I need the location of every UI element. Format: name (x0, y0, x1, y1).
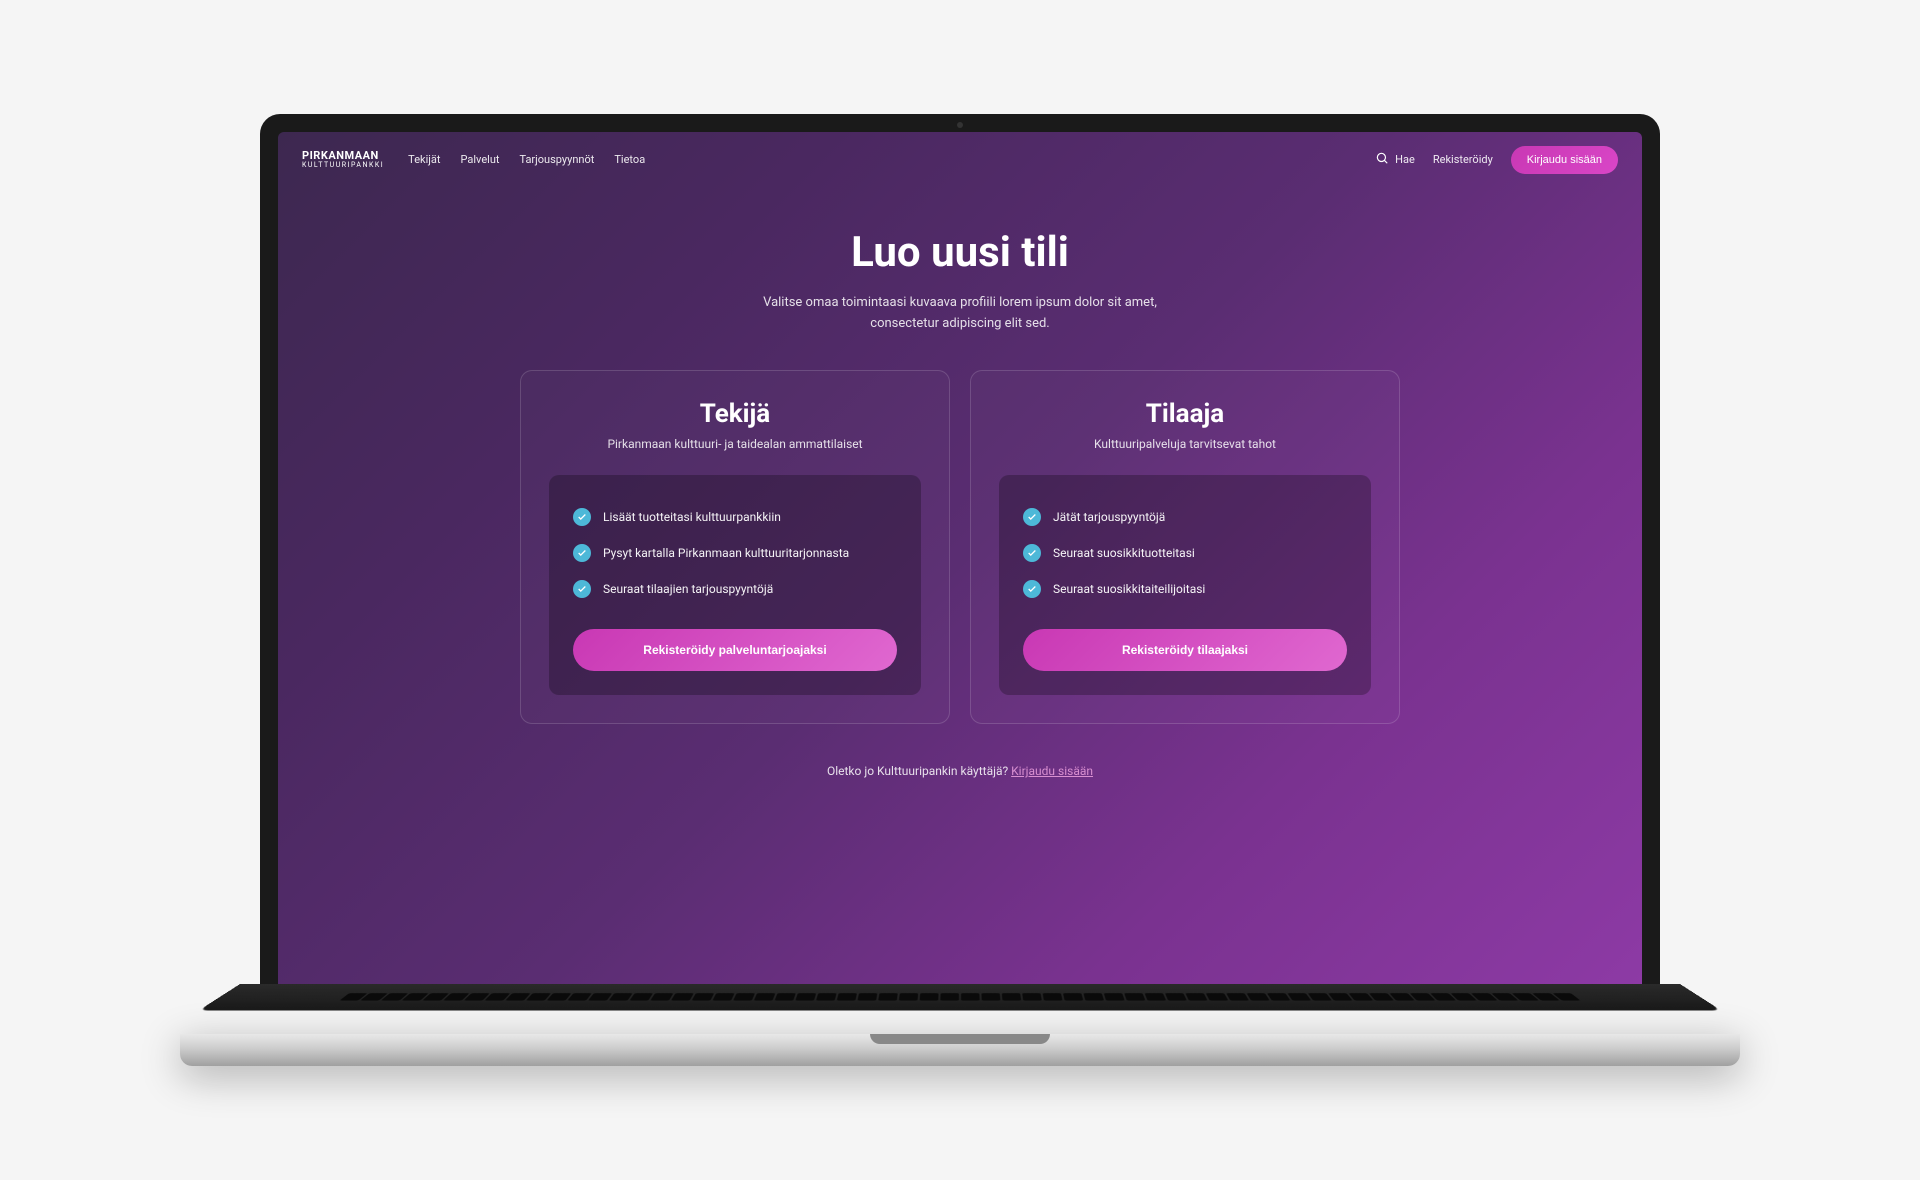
laptop-mockup: PIRKANMAAN KULTTUURIPANKKI Tekijät Palve… (260, 114, 1660, 1067)
feature-text: Seuraat suosikkituotteitasi (1053, 546, 1195, 560)
main-nav: Tekijät Palvelut Tarjouspyynnöt Tietoa (408, 153, 645, 166)
nav-item-palvelut[interactable]: Palvelut (461, 153, 500, 166)
feature-text: Lisäät tuotteitasi kulttuurpankkiin (603, 510, 781, 524)
feature-text: Pysyt kartalla Pirkanmaan kulttuuritarjo… (603, 546, 849, 560)
card-tekija: Tekijä Pirkanmaan kulttuuri- ja taideala… (520, 370, 950, 724)
check-icon (1023, 580, 1041, 598)
register-provider-button[interactable]: Rekisteröidy palveluntarjoajaksi (573, 629, 897, 671)
app-header: PIRKANMAAN KULTTUURIPANKKI Tekijät Palve… (278, 132, 1642, 188)
register-link[interactable]: Rekisteröidy (1433, 153, 1493, 166)
footer-text: Oletko jo Kulttuuripankin käyttäjä? Kirj… (827, 764, 1093, 778)
card-box-tilaaja: Jätät tarjouspyyntöjä Seuraat suosikkitu… (999, 475, 1371, 695)
login-button[interactable]: Kirjaudu sisään (1511, 146, 1618, 174)
card-tilaaja: Tilaaja Kulttuuripalveluja tarvitsevat t… (970, 370, 1400, 724)
card-subtitle-tekija: Pirkanmaan kulttuuri- ja taidealan ammat… (549, 437, 921, 451)
laptop-screen-bezel: PIRKANMAAN KULTTUURIPANKKI Tekijät Palve… (260, 114, 1660, 985)
feature-text: Jätät tarjouspyyntöjä (1053, 510, 1165, 524)
page-subtitle: Valitse omaa toimintaasi kuvaava profiil… (740, 293, 1180, 335)
footer-text-label: Oletko jo Kulttuuripankin käyttäjä? (827, 764, 1011, 778)
logo[interactable]: PIRKANMAAN KULTTUURIPANKKI (302, 150, 384, 170)
card-title-tilaaja: Tilaaja (999, 399, 1371, 429)
footer-login-link[interactable]: Kirjaudu sisään (1011, 764, 1093, 778)
check-icon (573, 544, 591, 562)
nav-item-tekijat[interactable]: Tekijät (408, 153, 440, 166)
card-title-tekija: Tekijä (549, 399, 921, 429)
card-subtitle-tilaaja: Kulttuuripalveluja tarvitsevat tahot (999, 437, 1371, 451)
register-customer-button[interactable]: Rekisteröidy tilaajaksi (1023, 629, 1347, 671)
feature-item: Seuraat tilaajien tarjouspyyntöjä (573, 571, 897, 607)
feature-list-tilaaja: Jätät tarjouspyyntöjä Seuraat suosikkitu… (1023, 499, 1347, 607)
laptop-keyboard (199, 984, 1721, 1010)
logo-sub: KULTTUURIPANKKI (302, 162, 384, 170)
card-box-tekija: Lisäät tuotteitasi kulttuurpankkiin Pysy… (549, 475, 921, 695)
feature-item: Pysyt kartalla Pirkanmaan kulttuuritarjo… (573, 535, 897, 571)
search-link[interactable]: Hae (1375, 151, 1415, 168)
feature-text: Seuraat tilaajien tarjouspyyntöjä (603, 582, 773, 596)
check-icon (573, 580, 591, 598)
feature-item: Jätät tarjouspyyntöjä (1023, 499, 1347, 535)
search-icon (1375, 151, 1389, 168)
search-label: Hae (1395, 153, 1415, 166)
cards-container: Tekijä Pirkanmaan kulttuuri- ja taideala… (520, 370, 1400, 724)
check-icon (1023, 508, 1041, 526)
feature-list-tekija: Lisäät tuotteitasi kulttuurpankkiin Pysy… (573, 499, 897, 607)
main-content: Luo uusi tili Valitse omaa toimintaasi k… (278, 188, 1642, 985)
feature-text: Seuraat suosikkitaiteilijoitasi (1053, 582, 1205, 596)
feature-item: Lisäät tuotteitasi kulttuurpankkiin (573, 499, 897, 535)
header-right: Hae Rekisteröidy Kirjaudu sisään (1375, 146, 1618, 174)
feature-item: Seuraat suosikkituotteitasi (1023, 535, 1347, 571)
screen-content: PIRKANMAAN KULTTUURIPANKKI Tekijät Palve… (278, 132, 1642, 985)
nav-item-tietoa[interactable]: Tietoa (614, 153, 645, 166)
laptop-base (180, 1034, 1740, 1066)
header-left: PIRKANMAAN KULTTUURIPANKKI Tekijät Palve… (302, 150, 645, 170)
app-container: PIRKANMAAN KULTTUURIPANKKI Tekijät Palve… (278, 132, 1642, 985)
page-title: Luo uusi tili (851, 228, 1069, 277)
nav-item-tarjouspyynnot[interactable]: Tarjouspyynnöt (519, 153, 594, 166)
check-icon (1023, 544, 1041, 562)
check-icon (573, 508, 591, 526)
feature-item: Seuraat suosikkitaiteilijoitasi (1023, 571, 1347, 607)
